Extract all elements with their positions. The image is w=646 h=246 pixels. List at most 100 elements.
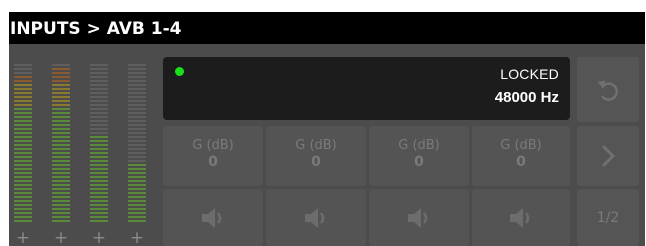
speaker-icon [408,207,428,228]
meter-segment [14,112,32,114]
page-indicator-button[interactable]: 1/2 [577,189,639,246]
meter-segment [14,64,32,66]
gain-label: G (dB) [192,138,234,153]
chevron-right-icon [601,144,616,168]
meter-segment [52,124,70,126]
meter-segment [128,108,146,110]
meter-segment [52,68,70,70]
meter-segment [90,128,108,130]
meter-segment [128,132,146,134]
meter-segment [52,136,70,138]
meter-expand-button[interactable]: + [47,229,75,246]
speaker-icon [202,207,222,228]
gain-cell-4[interactable]: G (dB) 0 [472,126,570,186]
meter-segment [14,212,32,214]
meter-segment [128,120,146,122]
meter-segment [14,204,32,206]
meter-segment [14,80,32,82]
meter-segment [14,188,32,190]
inputs-panel: INPUTS > AVB 1-4 + + + + G (dB) 0 G (dB)… [9,12,645,246]
meter-segment [52,128,70,130]
meter-segment [128,76,146,78]
meter-segment [90,100,108,102]
meter-segment [14,160,32,162]
meter-segment [128,136,146,138]
meter-segment [52,80,70,82]
page-title: INPUTS > AVB 1-4 [9,12,645,44]
meter-expand-button[interactable]: + [85,229,113,246]
meter-segment [90,72,108,74]
meter-segment [90,64,108,66]
speaker-icon [305,207,325,228]
meter-segment [128,144,146,146]
meter-segment [52,120,70,122]
meter-segment [128,116,146,118]
meter-segment [90,156,108,158]
meter-segment [52,88,70,90]
lock-status: LOCKED [500,66,559,82]
meter-expand-button[interactable]: + [9,229,37,246]
mute-button-2[interactable] [266,189,366,246]
gain-label: G (dB) [500,138,542,153]
meter-segment [90,108,108,110]
meter-segment [90,184,108,186]
meter-segment [128,112,146,114]
meter-segment [52,116,70,118]
meter-expand-button[interactable]: + [123,229,151,246]
meter-segment [52,92,70,94]
meter-segment [52,152,70,154]
meter-segment [90,220,108,222]
gain-cell-1[interactable]: G (dB) 0 [163,126,263,186]
meter-segment [90,144,108,146]
meter-segment [52,72,70,74]
meter-segment [14,156,32,158]
meter-segment [90,176,108,178]
meter-segment [14,120,32,122]
meter-segment [52,84,70,86]
meter-segment [128,180,146,182]
meter-segment [128,184,146,186]
meter-segment [52,104,70,106]
meter-segment [90,84,108,86]
meter-segment [14,200,32,202]
next-page-button[interactable] [577,126,639,186]
meter-segment [90,172,108,174]
mute-button-3[interactable] [369,189,469,246]
gain-cell-2[interactable]: G (dB) 0 [266,126,366,186]
meter-segment [128,104,146,106]
meter-segment [128,72,146,74]
meter-segment [52,188,70,190]
meter-segment [128,200,146,202]
meter-segment [52,184,70,186]
undo-button[interactable] [577,57,639,122]
meter-segment [52,216,70,218]
meter-segment [90,96,108,98]
gain-cell-3[interactable]: G (dB) 0 [369,126,469,186]
meter-segment [90,152,108,154]
meter-channel-1: + [9,62,37,246]
meter-segment [128,80,146,82]
mute-button-1[interactable] [163,189,263,246]
meter-segment [90,80,108,82]
meter-segment [128,208,146,210]
meter-segment [14,168,32,170]
meter-segment [128,84,146,86]
meter-segment [52,96,70,98]
meter-segment [14,84,32,86]
meter-segment [14,216,32,218]
gain-value: 0 [311,154,321,170]
meter-segment [52,192,70,194]
mute-button-4[interactable] [472,189,570,246]
meter-segment [90,112,108,114]
meter-segment [52,76,70,78]
meter-segment [14,220,32,222]
meter-segment [128,128,146,130]
meter-segment [52,156,70,158]
meter-segment [52,108,70,110]
meter-segment [90,188,108,190]
meter-segment [128,164,146,166]
meter-channel-2: + [47,62,75,246]
meter-segment [14,184,32,186]
page-indicator: 1/2 [596,209,620,226]
meter-segment [52,140,70,142]
